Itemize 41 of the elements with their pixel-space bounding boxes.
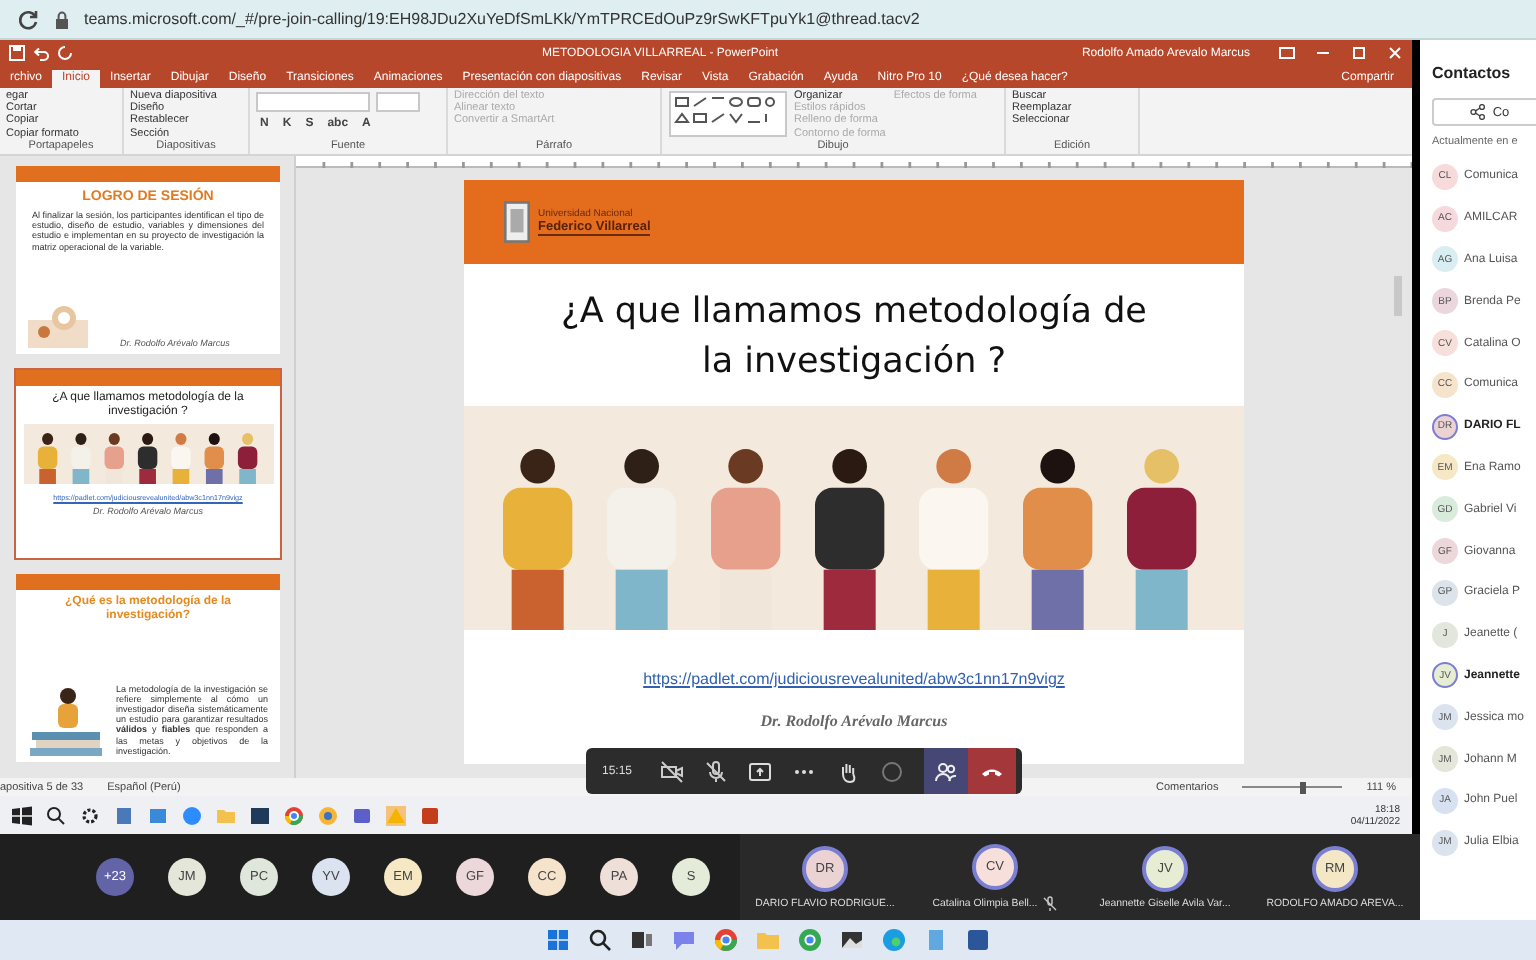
gear-icon[interactable] [80, 805, 100, 825]
url-text[interactable]: teams.microsoft.com/_#/pre-join-calling/19:EH98JDu2XuYeDfSmLKk/YmTPRCEdOuPz9rSwKFTpuYk1@thread.tacv2 [84, 10, 920, 28]
participants-button[interactable] [924, 748, 969, 794]
raise-hand-icon[interactable] [836, 759, 861, 783]
redo-icon[interactable] [56, 44, 74, 62]
undo-icon[interactable] [32, 44, 50, 62]
zoom-slider[interactable] [1242, 781, 1343, 793]
reload-icon[interactable] [16, 7, 40, 31]
slide-thumbnail[interactable] [14, 572, 282, 764]
window-icon[interactable] [148, 805, 168, 825]
microphone-off-icon[interactable] [704, 759, 729, 783]
camera-off-icon[interactable] [660, 759, 685, 783]
target-illustration [28, 304, 88, 348]
person-on-books-illustration [28, 684, 108, 756]
ribbon-options-icon[interactable] [1278, 44, 1296, 62]
zoom-slider-thumb[interactable] [1299, 781, 1306, 793]
slide-thumbnail[interactable] [14, 164, 282, 356]
share-icon [1470, 104, 1487, 120]
slide-link[interactable]: https://padlet.com/judiciousrevealunited/abw3c1nn17n9vigz [643, 670, 1065, 688]
hang-up-button[interactable] [968, 748, 1017, 794]
windows-start-icon[interactable] [12, 805, 32, 825]
people-icon [934, 759, 959, 783]
save-icon[interactable] [8, 44, 26, 62]
shapes-gallery-drawing[interactable] [668, 90, 788, 138]
browser-icon[interactable] [318, 805, 338, 825]
chat-icon[interactable] [672, 928, 696, 952]
search-icon[interactable] [588, 928, 612, 952]
font-name-field[interactable] [256, 92, 370, 112]
close-icon[interactable] [1386, 44, 1404, 62]
share-screen-icon[interactable] [748, 759, 773, 783]
university-crest-icon [504, 198, 530, 246]
maximize-icon[interactable] [1350, 44, 1368, 62]
windows-start-icon[interactable] [546, 928, 570, 952]
lock-icon [52, 9, 72, 29]
search-icon[interactable] [46, 805, 66, 825]
task-view-icon[interactable] [630, 928, 654, 952]
slide-title: ¿A que llamamos metodología de la investigación ? [559, 290, 1149, 386]
slide-signature: Dr. Rodolfo Arévalo Marcus [760, 712, 948, 730]
photos-icon[interactable] [840, 928, 864, 952]
panel-title: Contactos [1432, 64, 1513, 82]
font-size-field[interactable] [376, 92, 420, 112]
